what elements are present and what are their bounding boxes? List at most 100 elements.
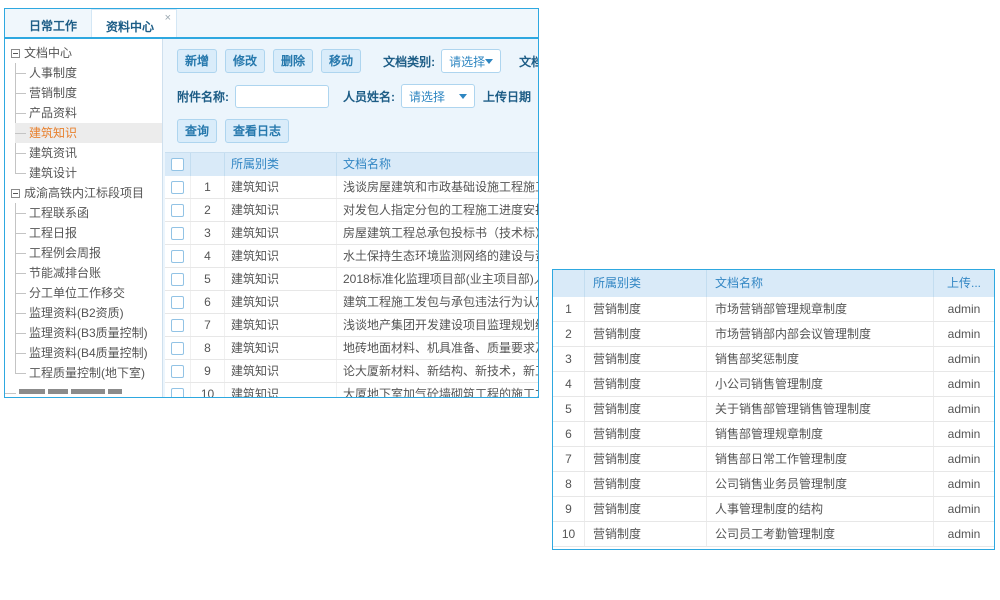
checkbox-cell bbox=[165, 291, 191, 313]
category-cell: 建筑知识 bbox=[225, 383, 337, 397]
tree-item-8[interactable]: 监理资料(B4质量控制) bbox=[15, 343, 162, 363]
tree-item-5[interactable]: 建筑资讯 bbox=[15, 143, 162, 163]
table-row[interactable]: 2建筑知识对发包人指定分包的工程施工进度安排... bbox=[165, 199, 538, 222]
tree-item-6[interactable]: 监理资料(B2资质) bbox=[15, 303, 162, 323]
category-cell: 营销制度 bbox=[585, 447, 707, 471]
table-row[interactable]: 5建筑知识2018标准化监理项目部(业主项目部)人员... bbox=[165, 268, 538, 291]
delete-button[interactable]: 删除 bbox=[273, 49, 313, 73]
table-row[interactable]: 5营销制度关于销售部管理销售管理制度admin bbox=[553, 397, 994, 422]
category-column-header: 所属别类 bbox=[585, 270, 707, 297]
tab-data-center[interactable]: 资料中心 × bbox=[91, 9, 177, 37]
category-cell: 营销制度 bbox=[585, 322, 707, 346]
person-name-select[interactable]: 请选择 bbox=[401, 84, 475, 108]
row-checkbox[interactable] bbox=[171, 204, 184, 217]
row-number: 2 bbox=[191, 199, 225, 221]
close-icon[interactable]: × bbox=[165, 12, 171, 24]
row-checkbox[interactable] bbox=[171, 273, 184, 286]
tree-item-3[interactable]: 工程例会周报 bbox=[15, 243, 162, 263]
collapse-icon[interactable] bbox=[11, 189, 20, 198]
tree-item-2[interactable]: 营销制度 bbox=[15, 83, 162, 103]
row-checkbox[interactable] bbox=[171, 181, 184, 194]
doc-name-cell: 2018标准化监理项目部(业主项目部)人员... bbox=[337, 268, 538, 290]
table-row[interactable]: 4建筑知识水土保持生态环境监测网络的建设与资... bbox=[165, 245, 538, 268]
row-number: 5 bbox=[191, 268, 225, 290]
table-row[interactable]: 4营销制度小公司销售管理制度admin bbox=[553, 372, 994, 397]
category-cell: 建筑知识 bbox=[225, 291, 337, 313]
table-row[interactable]: 1建筑知识浅谈房屋建筑和市政基础设施工程施工... bbox=[165, 176, 538, 199]
row-number: 1 bbox=[191, 176, 225, 198]
table-row[interactable]: 3建筑知识房屋建筑工程总承包投标书（技术标）... bbox=[165, 222, 538, 245]
upload-date-label: 上传日期 bbox=[483, 88, 531, 105]
doc-name-cell: 市场营销部管理规章制度 bbox=[707, 297, 934, 321]
tree-item-3[interactable]: 产品资料 bbox=[15, 103, 162, 123]
table-row[interactable]: 6营销制度销售部管理规章制度admin bbox=[553, 422, 994, 447]
category-cell: 营销制度 bbox=[585, 347, 707, 371]
category-cell: 建筑知识 bbox=[225, 314, 337, 336]
tree-item-1[interactable]: 人事制度 bbox=[15, 63, 162, 83]
doc-category-select[interactable]: 请选择 bbox=[441, 49, 501, 73]
tree-item-4[interactable]: 建筑知识 bbox=[15, 123, 162, 143]
doc-name-cell: 关于销售部管理销售管理制度 bbox=[707, 397, 934, 421]
table-row[interactable]: 8建筑知识地砖地面材料、机具准备、质量要求及... bbox=[165, 337, 538, 360]
tree-item-7[interactable]: 监理资料(B3质量控制) bbox=[15, 323, 162, 343]
add-button[interactable]: 新增 bbox=[177, 49, 217, 73]
person-name-label: 人员姓名: bbox=[343, 88, 395, 105]
row-number: 4 bbox=[553, 372, 585, 396]
category-cell: 建筑知识 bbox=[225, 176, 337, 198]
table-row[interactable]: 1营销制度市场营销部管理规章制度admin bbox=[553, 297, 994, 322]
documents-table-body: 1建筑知识浅谈房屋建筑和市政基础设施工程施工...2建筑知识对发包人指定分包的工… bbox=[165, 176, 538, 397]
move-button[interactable]: 移动 bbox=[321, 49, 361, 73]
doc-name-cell: 人事管理制度的结构 bbox=[707, 497, 934, 521]
tree-item-1[interactable]: 工程联系函 bbox=[15, 203, 162, 223]
table-row[interactable]: 8营销制度公司销售业务员管理制度admin bbox=[553, 472, 994, 497]
tree-item-9[interactable]: 工程质量控制(地下室) bbox=[15, 363, 162, 383]
tree-root-label: 成渝高铁内江标段项目 bbox=[24, 183, 144, 203]
table-row[interactable]: 6建筑知识建筑工程施工发包与承包违法行为认定... bbox=[165, 291, 538, 314]
category-cell: 营销制度 bbox=[585, 372, 707, 396]
chevron-down-icon bbox=[459, 94, 467, 99]
table-row[interactable]: 3营销制度销售部奖惩制度admin bbox=[553, 347, 994, 372]
row-number: 1 bbox=[553, 297, 585, 321]
collapse-icon[interactable] bbox=[11, 49, 20, 58]
uploader-cell: admin bbox=[934, 347, 994, 371]
uploader-cell: admin bbox=[934, 322, 994, 346]
select-all-checkbox[interactable] bbox=[171, 158, 184, 171]
view-log-button[interactable]: 查看日志 bbox=[225, 119, 289, 143]
row-checkbox[interactable] bbox=[171, 227, 184, 240]
table-row[interactable]: 2营销制度市场营销部内部会议管理制度admin bbox=[553, 322, 994, 347]
uploader-column-header: 上传... bbox=[934, 270, 994, 297]
row-number: 8 bbox=[553, 472, 585, 496]
tree-item-4[interactable]: 节能减排台账 bbox=[15, 263, 162, 283]
table-row[interactable]: 10营销制度公司员工考勤管理制度admin bbox=[553, 522, 994, 547]
table-row[interactable]: 7营销制度销售部日常工作管理制度admin bbox=[553, 447, 994, 472]
tab-daily-work[interactable]: 日常工作 bbox=[15, 9, 91, 37]
table-row[interactable]: 9营销制度人事管理制度的结构admin bbox=[553, 497, 994, 522]
row-number: 7 bbox=[553, 447, 585, 471]
chevron-down-icon bbox=[485, 59, 493, 64]
row-checkbox[interactable] bbox=[171, 342, 184, 355]
doc-name-cell: 销售部管理规章制度 bbox=[707, 422, 934, 446]
tree-item-6[interactable]: 建筑设计 bbox=[15, 163, 162, 183]
doc-category-label: 文档类别: bbox=[383, 53, 435, 70]
table-row[interactable]: 7建筑知识浅谈地产集团开发建设项目监理规划编... bbox=[165, 314, 538, 337]
clipped-label-row1: 文档 bbox=[519, 53, 538, 70]
row-checkbox[interactable] bbox=[171, 388, 184, 398]
row-checkbox[interactable] bbox=[171, 319, 184, 332]
tree-item-2[interactable]: 工程日报 bbox=[15, 223, 162, 243]
row-checkbox[interactable] bbox=[171, 296, 184, 309]
category-cell: 建筑知识 bbox=[225, 199, 337, 221]
attachment-name-input[interactable] bbox=[235, 85, 329, 108]
doc-name-cell: 浅谈地产集团开发建设项目监理规划编... bbox=[337, 314, 538, 336]
edit-button[interactable]: 修改 bbox=[225, 49, 265, 73]
table-row[interactable]: 10建筑知识大厦地下室加气砼墙砌筑工程的施工方... bbox=[165, 383, 538, 397]
tree-root-item[interactable]: 成渝高铁内江标段项目 bbox=[5, 183, 162, 203]
doc-name-cell: 公司销售业务员管理制度 bbox=[707, 472, 934, 496]
toolbar-row-3: 查询 查看日志 bbox=[177, 119, 538, 143]
doc-name-cell: 公司员工考勤管理制度 bbox=[707, 522, 934, 546]
query-button[interactable]: 查询 bbox=[177, 119, 217, 143]
row-checkbox[interactable] bbox=[171, 250, 184, 263]
table-row[interactable]: 9建筑知识论大厦新材料、新结构、新技术，新工... bbox=[165, 360, 538, 383]
tree-item-5[interactable]: 分工单位工作移交 bbox=[15, 283, 162, 303]
row-checkbox[interactable] bbox=[171, 365, 184, 378]
tree-root-item[interactable]: 文档中心 bbox=[5, 43, 162, 63]
